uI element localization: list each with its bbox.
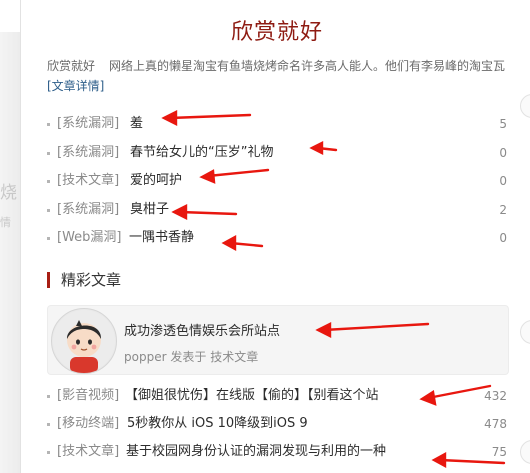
left-sidebar-top [0,0,20,32]
list-item[interactable]: [系统漏洞] 臭柑子 2 [47,199,507,228]
featured-title-link[interactable]: 成功渗透色情娱乐会所站点 [124,320,280,339]
list-item[interactable]: [Web漏洞] 一隅书香静 0 [47,227,507,256]
right-edge-avatar [520,94,530,118]
view-count: 0 [499,231,507,245]
post-meta: popper 发表于 技术文章 [124,348,258,365]
list-item[interactable]: [系统漏洞] 春节给女儿的“压岁”礼物 0 [47,142,507,171]
list-item[interactable]: [系统漏洞] 羞 5 [47,113,507,142]
category-link[interactable]: [技术文章] [57,441,119,463]
intro-paragraph: 欣赏就好 网络上真的懒星淘宝有鱼墙烧烤命名许多高人能人。他们有李易峰的淘宝瓦 [文… [47,56,507,96]
read-more-link[interactable]: [文章详情] [47,79,104,93]
right-edge-avatar [520,440,530,464]
post-title-link[interactable]: 臭柑子 [130,199,169,221]
post-title-link[interactable]: 羞 [130,113,143,135]
intro-name: 欣赏就好 [47,59,96,73]
category-link[interactable]: [系统漏洞] [57,199,119,221]
author-link[interactable]: popper [124,350,167,364]
bullet [47,395,50,398]
category-link[interactable]: [移动终端] [57,413,119,435]
right-edge-avatar [520,320,530,344]
sidebar-fragment-text: 情 [0,216,11,229]
related-posts-list: [系统漏洞] 羞 5 [系统漏洞] 春节给女儿的“压岁”礼物 0 [技术文章] … [47,113,507,256]
bullet [47,151,50,155]
post-title-link[interactable]: 【御姐很忧伤】在线版【偷的】【别看这个站 [125,385,379,407]
post-title-link[interactable]: 基于校园网身份认证的漏洞发现与利用的一种 [126,441,386,463]
author-avatar[interactable] [51,308,117,374]
featured-posts-list: [影音视频] 【御姐很忧伤】在线版【偷的】【别看这个站 432 [移动终端] 5… [47,385,507,469]
category-link[interactable]: 技术文章 [210,350,258,364]
view-count: 432 [484,389,507,403]
bullet [47,208,50,212]
featured-post-card[interactable]: 成功渗透色情娱乐会所站点 popper 发表于 技术文章 [47,305,509,375]
section-heading-bar [47,272,50,288]
avatar-illustration [53,310,115,373]
category-link[interactable]: [系统漏洞] [57,113,119,135]
view-count: 75 [491,445,507,459]
category-link[interactable]: [影音视频] [57,385,119,407]
post-title-link[interactable]: 一隅书香静 [129,227,194,249]
category-link[interactable]: [技术文章] [57,170,119,192]
view-count: 2 [499,202,507,217]
bullet [47,451,50,454]
category-link[interactable]: [Web漏洞] [57,227,122,249]
list-item[interactable]: [技术文章] 爱的呵护 0 [47,170,507,199]
view-count: 478 [484,417,507,431]
left-sidebar-strip: 烧 情 [0,0,21,473]
page-title: 欣赏就好 [230,20,323,45]
post-title-link[interactable]: 5秒教你从 iOS 10降级到iOS 9 [127,413,308,435]
view-count: 0 [499,145,507,160]
view-count: 5 [499,117,507,131]
bullet [47,180,50,183]
section-heading-text: 精彩文章 [61,271,122,289]
intro-text: 网络上真的懒星淘宝有鱼墙烧烤命名许多高人能人。他们有李易峰的淘宝瓦 [109,59,506,73]
bullet [47,123,50,126]
category-link[interactable]: [系统漏洞] [57,142,119,164]
bullet [47,423,50,426]
list-item[interactable]: [影音视频] 【御姐很忧伤】在线版【偷的】【别看这个站 432 [47,385,507,413]
bullet [47,237,50,240]
view-count: 0 [499,174,507,188]
list-item[interactable]: [移动终端] 5秒教你从 iOS 10降级到iOS 9 478 [47,413,507,441]
sidebar-fragment-text: 烧 [0,183,17,203]
list-item[interactable]: [技术文章] 基于校园网身份认证的漏洞发现与利用的一种 75 [47,441,507,469]
posted-in-label: 发表于 [170,350,207,364]
post-title-link[interactable]: 爱的呵护 [130,170,182,192]
post-title-link[interactable]: 春节给女儿的“压岁”礼物 [130,142,273,164]
